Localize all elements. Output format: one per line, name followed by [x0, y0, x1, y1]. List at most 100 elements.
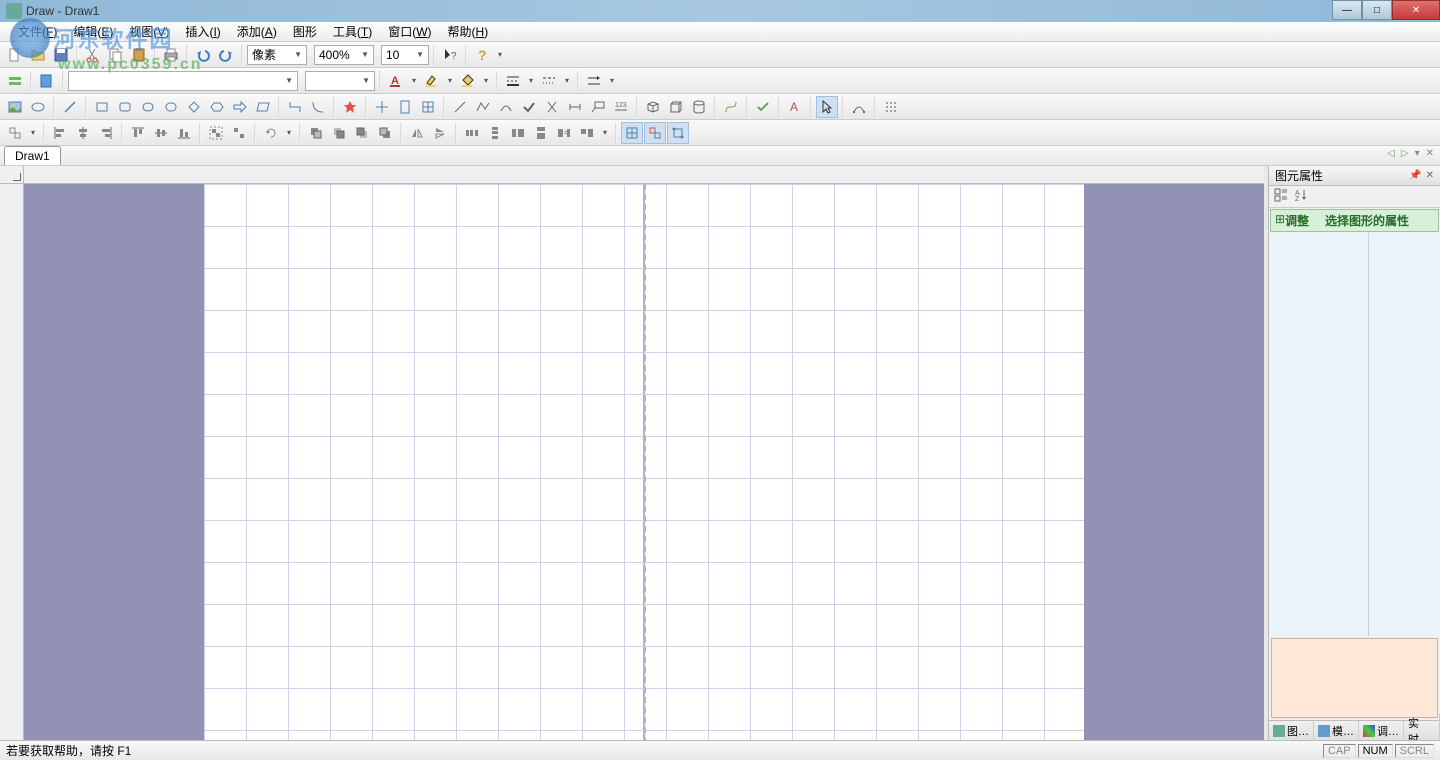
menu-window[interactable]: 窗口(W) — [380, 21, 439, 42]
panel-pin-icon[interactable]: 📌 — [1409, 170, 1421, 181]
image-icon[interactable] — [4, 96, 26, 118]
highlight-color-button[interactable] — [421, 70, 443, 92]
style-combo[interactable]: ▼ — [68, 71, 298, 91]
page-icon[interactable] — [394, 96, 416, 118]
tab-prev-icon[interactable]: ◁ — [1385, 148, 1397, 159]
bring-forward-icon[interactable] — [328, 122, 350, 144]
redo-button[interactable] — [215, 44, 237, 66]
number-combo[interactable]: 10▼ — [381, 45, 429, 65]
3d-rect-icon[interactable] — [665, 96, 687, 118]
menu-file[interactable]: 文件(F) — [10, 21, 65, 42]
menu-insert[interactable]: 插入(I) — [177, 21, 228, 42]
callout-icon[interactable] — [587, 96, 609, 118]
dimension-icon[interactable] — [564, 96, 586, 118]
star-icon[interactable] — [339, 96, 361, 118]
distribute3-icon[interactable] — [507, 122, 529, 144]
rotate-icon[interactable] — [260, 122, 282, 144]
line-pattern-button[interactable] — [538, 70, 560, 92]
line2-icon[interactable] — [449, 96, 471, 118]
check2-icon[interactable] — [752, 96, 774, 118]
curve-connector-icon[interactable] — [307, 96, 329, 118]
save-button[interactable] — [50, 44, 72, 66]
fill-color-button[interactable] — [457, 70, 479, 92]
crosshair-icon[interactable] — [371, 96, 393, 118]
send-back-icon[interactable] — [374, 122, 396, 144]
dots-grid-icon[interactable] — [880, 96, 902, 118]
align-right-icon[interactable] — [95, 122, 117, 144]
align-middle-icon[interactable] — [150, 122, 172, 144]
panel-categorize-icon[interactable] — [1273, 187, 1289, 206]
match-size-icon[interactable] — [576, 122, 598, 144]
align-center-h-icon[interactable] — [72, 122, 94, 144]
panel-tab-shapes[interactable]: 图… — [1269, 721, 1314, 741]
group-icon[interactable] — [205, 122, 227, 144]
rectangle-tool-icon[interactable] — [91, 96, 113, 118]
cut-button[interactable] — [82, 44, 104, 66]
font-color-button[interactable]: A — [385, 70, 407, 92]
menu-tools[interactable]: 工具(T) — [325, 21, 380, 42]
snap-grid-icon[interactable] — [621, 122, 643, 144]
hexagon-icon[interactable] — [206, 96, 228, 118]
unit-combo[interactable]: 像素▼ — [247, 45, 307, 65]
line-style-button[interactable] — [502, 70, 524, 92]
diamond-icon[interactable] — [183, 96, 205, 118]
panel-close-icon[interactable]: ✕ — [1426, 170, 1434, 181]
tab-next-icon[interactable]: ▷ — [1399, 148, 1411, 159]
cylinder-icon[interactable] — [688, 96, 710, 118]
panel-tab-adjust[interactable]: 调… — [1359, 721, 1404, 741]
align-top-icon[interactable] — [127, 122, 149, 144]
arc-icon[interactable] — [495, 96, 517, 118]
menu-add[interactable]: 添加(A) — [229, 21, 285, 42]
layer-blue-icon[interactable] — [36, 70, 58, 92]
panel-tab-template[interactable]: 模… — [1314, 721, 1359, 741]
undo-button[interactable] — [192, 44, 214, 66]
grid-icon[interactable] — [417, 96, 439, 118]
ruler-corner[interactable] — [0, 166, 24, 184]
paste-button[interactable] — [128, 44, 150, 66]
close-button[interactable]: ✕ — [1392, 0, 1440, 20]
arrow-style-button[interactable] — [583, 70, 605, 92]
panel-tab-realtime[interactable]: 实时… — [1404, 713, 1440, 741]
layer-green-icon[interactable] — [4, 70, 26, 92]
send-backward-icon[interactable] — [351, 122, 373, 144]
maximize-button[interactable]: □ — [1362, 0, 1392, 20]
whatsthis-button[interactable]: ? — [439, 44, 461, 66]
3d-box-icon[interactable] — [642, 96, 664, 118]
expand-icon[interactable]: ⊞ — [1275, 212, 1285, 229]
snap-object-icon[interactable] — [644, 122, 666, 144]
tab-close-icon[interactable]: ✕ — [1424, 148, 1436, 159]
bring-front-icon[interactable] — [305, 122, 327, 144]
print-button[interactable] — [160, 44, 182, 66]
align-bottom-icon[interactable] — [173, 122, 195, 144]
property-row[interactable]: ⊞ 调整 选择图形的属性 — [1270, 209, 1439, 232]
menu-edit[interactable]: 编辑(E) — [65, 21, 121, 42]
zoom-combo[interactable]: 400%▼ — [314, 45, 374, 65]
menu-view[interactable]: 视图(V) — [121, 21, 177, 42]
distribute2-icon[interactable] — [484, 122, 506, 144]
ellipse-outline-icon[interactable] — [27, 96, 49, 118]
flip-h-icon[interactable] — [406, 122, 428, 144]
panel-sort-icon[interactable]: AZ — [1293, 187, 1309, 206]
distribute4-icon[interactable] — [530, 122, 552, 144]
canvas-scroll[interactable] — [24, 184, 1264, 740]
line-tool-icon[interactable] — [59, 96, 81, 118]
distribute1-icon[interactable] — [461, 122, 483, 144]
text-tool-icon[interactable]: A — [784, 96, 806, 118]
ruler-horizontal[interactable] — [24, 166, 1264, 184]
ellipse-tool-icon[interactable] — [137, 96, 159, 118]
arrow-shape-icon[interactable] — [229, 96, 251, 118]
snap-guide-icon[interactable] — [667, 122, 689, 144]
measure-icon[interactable]: 123 — [610, 96, 632, 118]
help-button[interactable]: ? — [471, 44, 493, 66]
parallelogram-icon[interactable] — [252, 96, 274, 118]
scissors-icon[interactable] — [541, 96, 563, 118]
flip-v-icon[interactable] — [429, 122, 451, 144]
align-left-icon[interactable] — [49, 122, 71, 144]
menu-help[interactable]: 帮助(H) — [440, 21, 497, 42]
canvas-page[interactable] — [24, 184, 1264, 740]
tab-list-icon[interactable]: ▾ — [1413, 148, 1422, 159]
copy-button[interactable] — [105, 44, 127, 66]
node-tool-icon[interactable] — [848, 96, 870, 118]
equal-size-icon[interactable]: = — [553, 122, 575, 144]
bezier-icon[interactable] — [720, 96, 742, 118]
